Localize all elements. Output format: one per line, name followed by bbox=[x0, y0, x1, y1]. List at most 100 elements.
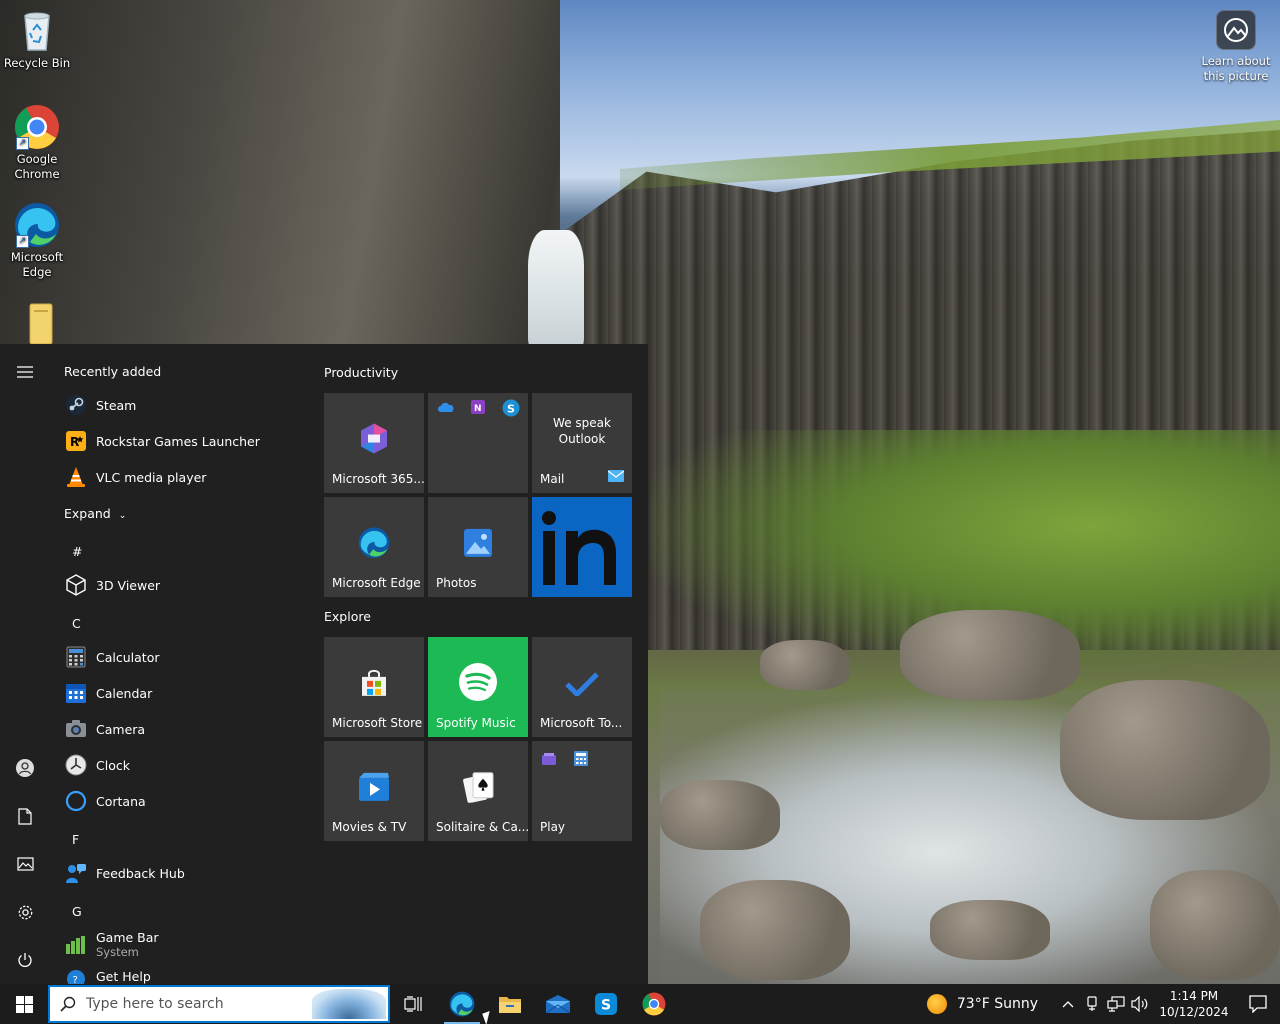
tile-mail[interactable]: We speak Outlook Mail bbox=[532, 393, 632, 493]
section-letter[interactable]: C bbox=[72, 616, 81, 631]
app-item-label: Steam bbox=[96, 397, 137, 413]
wallpaper-rock bbox=[760, 640, 850, 690]
tile-photos[interactable]: Photos bbox=[428, 497, 528, 597]
app-item-3d-viewer[interactable]: 3D Viewer bbox=[64, 567, 160, 603]
taskbar-clock[interactable]: 1:14 PM 10/12/2024 bbox=[1158, 988, 1230, 1020]
start-button[interactable] bbox=[0, 984, 48, 1024]
sun-icon bbox=[926, 994, 947, 1014]
app-item-calendar[interactable]: Calendar bbox=[64, 675, 152, 711]
tile-microsoft-todo[interactable]: Microsoft To... bbox=[532, 637, 632, 737]
taskbar: Type here to search S 73°F Sunny 1:14 PM… bbox=[0, 984, 1280, 1024]
settings-button[interactable] bbox=[0, 892, 50, 932]
group-title-productivity[interactable]: Productivity bbox=[324, 365, 398, 380]
tray-device-button[interactable] bbox=[1080, 984, 1104, 1024]
edge-icon bbox=[358, 527, 390, 562]
documents-button[interactable] bbox=[0, 796, 50, 836]
taskbar-search-box[interactable]: Type here to search bbox=[48, 985, 390, 1023]
recently-added-heading: Recently added bbox=[64, 364, 162, 379]
app-item-steam[interactable]: Steam bbox=[64, 387, 136, 423]
app-item-label: Cortana bbox=[96, 793, 146, 809]
learn-about-label: Learn about this picture bbox=[1201, 54, 1271, 83]
tile-linkedin[interactable] bbox=[532, 497, 632, 597]
expand-button[interactable]: Expand ⌄ bbox=[64, 506, 126, 521]
chrome-icon: ↗ bbox=[14, 104, 60, 150]
section-letter[interactable]: # bbox=[72, 544, 82, 559]
svg-text:?: ? bbox=[73, 975, 78, 984]
tile-spotify[interactable]: Spotify Music bbox=[428, 637, 528, 737]
taskbar-mail[interactable] bbox=[534, 984, 582, 1024]
speaker-icon bbox=[1131, 996, 1148, 1012]
shortcut-arrow-icon: ↗ bbox=[16, 235, 29, 248]
app-item-label: VLC media player bbox=[96, 469, 207, 485]
folder-icon bbox=[499, 997, 521, 1013]
desktop-icon-recycle-bin[interactable]: Recycle Bin bbox=[1, 8, 73, 71]
desktop-icon-label: Google Chrome bbox=[14, 152, 60, 181]
weather-widget[interactable]: 73°F Sunny bbox=[926, 994, 1038, 1014]
power-button[interactable] bbox=[0, 940, 50, 980]
notifications-button[interactable] bbox=[1236, 984, 1280, 1024]
spotify-icon bbox=[458, 662, 498, 705]
taskbar-file-explorer[interactable] bbox=[486, 984, 534, 1024]
network-button[interactable] bbox=[1104, 984, 1128, 1024]
tile-label: Microsoft Edge bbox=[332, 576, 421, 590]
group-title-explore[interactable]: Explore bbox=[324, 609, 371, 624]
svg-text:S: S bbox=[507, 403, 515, 416]
taskbar-edge[interactable] bbox=[438, 984, 486, 1024]
taskbar-skype[interactable]: S bbox=[582, 984, 630, 1024]
windows-logo-icon bbox=[15, 995, 33, 1013]
tile-play-folder[interactable]: Play bbox=[532, 741, 632, 841]
desktop-icon-folder[interactable] bbox=[1, 300, 73, 348]
tile-label: Microsoft Store bbox=[332, 716, 423, 730]
game-bar-icon bbox=[64, 933, 88, 957]
app-item-label: Feedback Hub bbox=[96, 865, 185, 881]
app-item-rockstar[interactable]: R Rockstar Games Launcher bbox=[64, 423, 260, 459]
movies-icon bbox=[358, 772, 390, 805]
tile-office-apps[interactable]: N S bbox=[428, 393, 528, 493]
power-icon bbox=[18, 953, 32, 967]
section-letter[interactable]: F bbox=[72, 832, 79, 847]
volume-button[interactable] bbox=[1128, 984, 1152, 1024]
document-icon bbox=[18, 807, 32, 825]
tile-microsoft-store[interactable]: Microsoft Store bbox=[324, 637, 424, 737]
solitaire-icon bbox=[461, 771, 495, 806]
app-item-camera[interactable]: Camera bbox=[64, 711, 145, 747]
onedrive-icon bbox=[437, 401, 455, 416]
taskbar-chrome[interactable] bbox=[630, 984, 678, 1024]
desktop-icon-microsoft-edge[interactable]: ↗ Microsoft Edge bbox=[1, 202, 73, 280]
tile-solitaire[interactable]: Solitaire & Ca... bbox=[428, 741, 530, 841]
app-item-label: Camera bbox=[96, 721, 146, 737]
tile-label: Microsoft 365... bbox=[332, 472, 425, 486]
tile-label: Spotify Music bbox=[436, 716, 516, 730]
calculator-icon bbox=[64, 645, 88, 669]
app-item-vlc[interactable]: VLC media player bbox=[64, 459, 206, 495]
task-view-button[interactable] bbox=[390, 984, 438, 1024]
m365-icon bbox=[358, 422, 390, 459]
tile-movies-tv[interactable]: Movies & TV bbox=[324, 741, 424, 841]
wallpaper-rock bbox=[700, 880, 850, 980]
wallpaper-rock bbox=[930, 900, 1050, 960]
network-icon bbox=[1107, 996, 1125, 1012]
store-icon bbox=[359, 668, 389, 701]
app-item-calculator[interactable]: Calculator bbox=[64, 639, 159, 675]
account-button[interactable] bbox=[0, 748, 50, 788]
tile-label: Solitaire & Ca... bbox=[436, 820, 530, 834]
desktop-icon-google-chrome[interactable]: ↗ Google Chrome bbox=[1, 104, 73, 182]
notification-icon bbox=[1249, 995, 1267, 1013]
section-letter[interactable]: G bbox=[72, 904, 82, 919]
app-item-get-help[interactable]: ? Get Help bbox=[64, 958, 151, 984]
tile-microsoft-365[interactable]: Microsoft 365... bbox=[324, 393, 425, 493]
show-hidden-icons-button[interactable] bbox=[1056, 984, 1080, 1024]
search-highlight-image bbox=[312, 989, 386, 1019]
wallpaper-rock bbox=[660, 780, 780, 850]
app-item-feedback-hub[interactable]: Feedback Hub bbox=[64, 855, 185, 891]
photos-icon bbox=[463, 528, 493, 561]
hamburger-menu-button[interactable] bbox=[0, 352, 50, 392]
tile-area: Productivity Microsoft 365... N S We spe… bbox=[324, 344, 648, 984]
app-item-clock[interactable]: Clock bbox=[64, 747, 130, 783]
learn-about-this-picture[interactable]: Learn about this picture bbox=[1200, 10, 1272, 84]
app-item-label: Game Bar bbox=[96, 930, 159, 945]
tile-microsoft-edge[interactable]: Microsoft Edge bbox=[324, 497, 424, 597]
app-item-cortana[interactable]: Cortana bbox=[64, 783, 146, 819]
search-placeholder: Type here to search bbox=[86, 996, 224, 1012]
pictures-button[interactable] bbox=[0, 844, 50, 884]
